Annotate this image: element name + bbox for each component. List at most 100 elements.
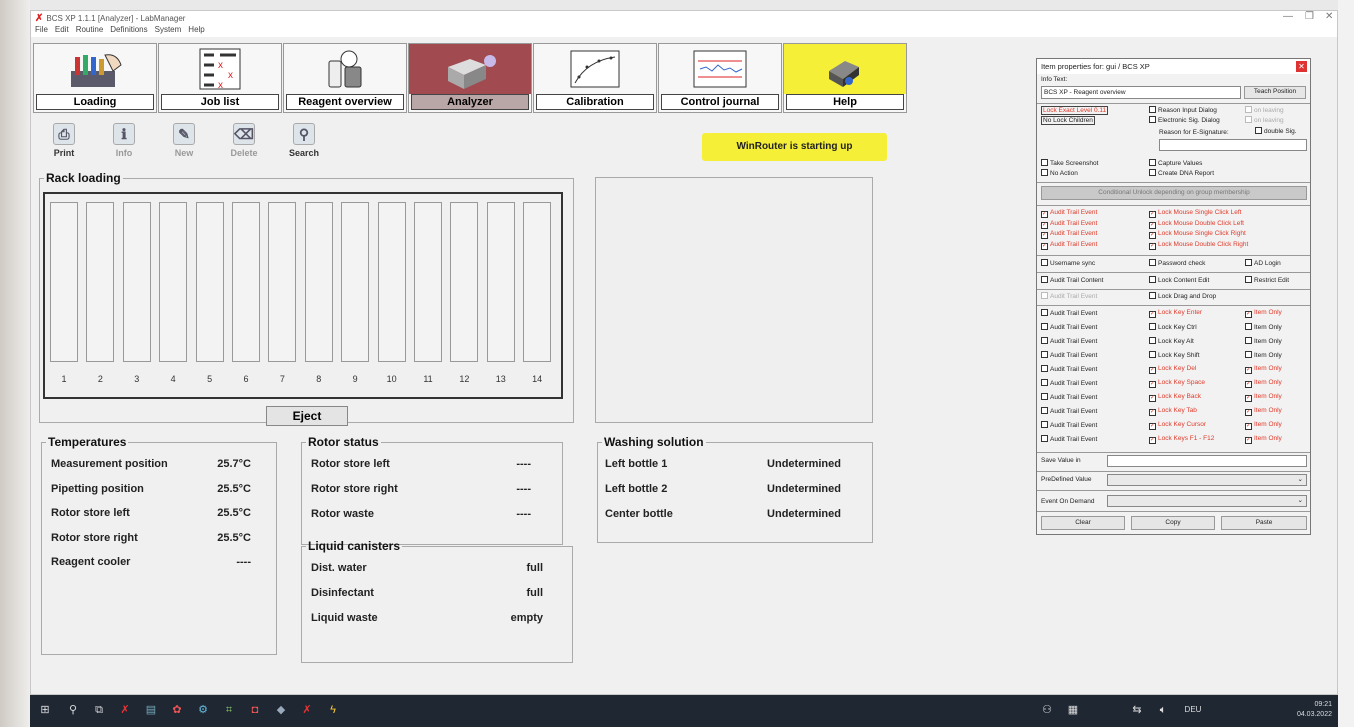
predefined-value-select[interactable]: ⌄ (1107, 474, 1307, 486)
menu-help[interactable]: Help (188, 25, 204, 37)
conditional-unlock-button[interactable]: Conditional Unlock depending on group me… (1041, 186, 1307, 200)
nav-calibration[interactable]: Calibration (533, 43, 657, 113)
key-lock-checkbox[interactable]: ✓ Lock Key Tab (1149, 407, 1197, 416)
password-check-checkbox[interactable]: Password check (1149, 259, 1205, 267)
rack-slot[interactable] (195, 202, 224, 362)
audit-trail-event-dd-checkbox[interactable]: Audit Trail Event (1041, 292, 1097, 300)
key-lock-checkbox[interactable]: ✓ Lock Key Del (1149, 365, 1196, 374)
audit-trail-content-checkbox[interactable]: Audit Trail Content (1041, 276, 1103, 284)
windows-start-icon[interactable]: ⊞ (38, 703, 52, 717)
search-button[interactable]: ⚲ Search (281, 123, 327, 158)
info-button[interactable]: ℹ Info (101, 123, 147, 158)
nav-analyzer[interactable]: Analyzer (408, 43, 532, 113)
rack-slot[interactable] (232, 202, 260, 362)
electronic-sig-checkbox[interactable]: Electronic Sig. Dialog (1149, 116, 1220, 124)
mouse-lock-checkbox[interactable]: ✓ Lock Mouse Single Click Right (1149, 230, 1246, 239)
nav-job-list[interactable]: xxx Job list (158, 43, 282, 113)
key-lock-checkbox[interactable]: Lock Key Ctrl (1149, 323, 1197, 331)
clock[interactable]: 09:21 04.03.2022 (1297, 700, 1332, 720)
lock-content-edit-checkbox[interactable]: Lock Content Edit (1149, 276, 1209, 284)
reason-input-checkbox[interactable]: Reason Input Dialog (1149, 106, 1217, 114)
nav-control-journal[interactable]: Control journal (658, 43, 782, 113)
audit-trail-event-checkbox[interactable]: ✓ Audit Trail Event (1041, 220, 1097, 229)
grid-app-icon[interactable]: ⌗ (222, 703, 236, 717)
no-lock-children[interactable]: No Lock Children (1041, 116, 1095, 125)
new-button[interactable]: ✎ New (161, 123, 207, 158)
clear-button[interactable]: Clear (1041, 516, 1125, 530)
on-leaving-checkbox-1[interactable]: on leaving (1245, 106, 1284, 114)
rack-slot[interactable] (523, 202, 552, 362)
nav-loading[interactable]: Loading (33, 43, 157, 113)
menu-edit[interactable]: Edit (55, 25, 69, 37)
no-action-checkbox[interactable]: No Action (1041, 169, 1078, 177)
rack-slot[interactable] (268, 202, 297, 362)
menu-file[interactable]: File (35, 25, 48, 37)
key-lock-checkbox[interactable]: Lock Key Shift (1149, 351, 1200, 359)
audit-trail-event-checkbox[interactable]: Audit Trail Event (1041, 365, 1097, 373)
tray-icons[interactable]: ▦ (1066, 703, 1080, 717)
audit-trail-event-checkbox[interactable]: Audit Trail Event (1041, 407, 1097, 415)
analyzer-app-icon[interactable]: ◆ (274, 703, 288, 717)
save-value-input[interactable] (1107, 455, 1307, 467)
create-dna-checkbox[interactable]: Create DNA Report (1149, 169, 1214, 177)
key-lock-checkbox[interactable]: Lock Key Alt (1149, 337, 1194, 345)
lock-exact-level[interactable]: Lock Exact Level 0.11 (1041, 106, 1109, 115)
item-only-checkbox[interactable]: ✓ Item Only (1245, 365, 1282, 374)
item-only-checkbox[interactable]: ✓ Item Only (1245, 421, 1282, 430)
double-sig-checkbox[interactable]: double Sig. (1255, 127, 1297, 135)
event-on-demand-select[interactable]: ⌄ (1107, 495, 1307, 507)
rack-slot[interactable] (86, 202, 115, 362)
key-lock-checkbox[interactable]: ✓ Lock Keys F1 - F12 (1149, 435, 1214, 444)
rack-slot[interactable] (377, 202, 406, 362)
rack-slot[interactable] (486, 202, 515, 362)
capture-values-checkbox[interactable]: Capture Values (1149, 159, 1202, 167)
print-button[interactable]: ⎙ Print (41, 123, 87, 158)
minimize-icon[interactable]: — (1283, 11, 1293, 22)
rack-slot[interactable] (122, 202, 151, 362)
key-lock-checkbox[interactable]: ✓ Lock Key Space (1149, 379, 1205, 388)
rack-slot[interactable] (304, 202, 333, 362)
mouse-lock-checkbox[interactable]: ✓ Lock Mouse Single Click Left (1149, 209, 1241, 218)
restore-icon[interactable]: ❐ (1305, 11, 1314, 22)
item-only-checkbox[interactable]: Item Only (1245, 351, 1282, 359)
item-only-checkbox[interactable]: Item Only (1245, 337, 1282, 345)
reason-esig-input[interactable] (1159, 139, 1307, 151)
take-screenshot-checkbox[interactable]: Take Screenshot (1041, 159, 1098, 167)
key-lock-checkbox[interactable]: ✓ Lock Key Cursor (1149, 421, 1206, 430)
item-only-checkbox[interactable]: ✓ Item Only (1245, 407, 1282, 416)
labmanager-icon[interactable]: ✗ (118, 703, 132, 717)
item-only-checkbox[interactable]: ✓ Item Only (1245, 309, 1282, 318)
audit-trail-event-checkbox[interactable]: Audit Trail Event (1041, 337, 1097, 345)
audit-trail-event-checkbox[interactable]: Audit Trail Event (1041, 309, 1097, 317)
lock-drag-drop-checkbox[interactable]: Lock Drag and Drop (1149, 292, 1216, 300)
info-text-input[interactable]: BCS XP - Reagent overview (1041, 86, 1241, 99)
audit-trail-event-checkbox[interactable]: ✓ Audit Trail Event (1041, 230, 1097, 239)
network-icon[interactable]: ⇆ (1130, 703, 1144, 717)
language-indicator[interactable]: DEU (1180, 703, 1206, 717)
volume-icon[interactable]: 🔈︎ (1156, 703, 1170, 717)
audit-trail-event-checkbox[interactable]: Audit Trail Event (1041, 421, 1097, 429)
key-lock-checkbox[interactable]: ✓ Lock Key Enter (1149, 309, 1202, 318)
ad-login-checkbox[interactable]: AD Login (1245, 259, 1281, 267)
audit-trail-event-checkbox[interactable]: Audit Trail Event (1041, 435, 1097, 443)
audit-trail-event-checkbox[interactable]: Audit Trail Event (1041, 351, 1097, 359)
key-lock-checkbox[interactable]: ✓ Lock Key Back (1149, 393, 1201, 402)
search-icon[interactable]: ⚲ (66, 703, 80, 717)
username-sync-checkbox[interactable]: Username sync (1041, 259, 1095, 267)
rack-slot[interactable] (450, 202, 479, 362)
nav-help[interactable]: Help (783, 43, 907, 113)
task-view-icon[interactable]: ⧉ (92, 703, 106, 717)
app-icon[interactable]: ✿ (170, 703, 184, 717)
menu-system[interactable]: System (155, 25, 182, 37)
item-only-checkbox[interactable]: ✓ Item Only (1245, 435, 1282, 444)
audit-trail-event-checkbox[interactable]: Audit Trail Event (1041, 379, 1097, 387)
close-icon[interactable]: ✕ (1325, 11, 1333, 22)
copy-button[interactable]: Copy (1131, 516, 1215, 530)
item-only-checkbox[interactable]: Item Only (1245, 323, 1282, 331)
audit-trail-event-checkbox[interactable]: ✓ Audit Trail Event (1041, 209, 1097, 218)
menu-definitions[interactable]: Definitions (110, 25, 147, 37)
rack-slot[interactable] (341, 202, 370, 362)
network-app-icon[interactable]: ⚙ (196, 703, 210, 717)
reagent-app-icon[interactable]: ◘ (248, 703, 262, 717)
mouse-lock-checkbox[interactable]: ✓ Lock Mouse Double Click Right (1149, 241, 1248, 250)
